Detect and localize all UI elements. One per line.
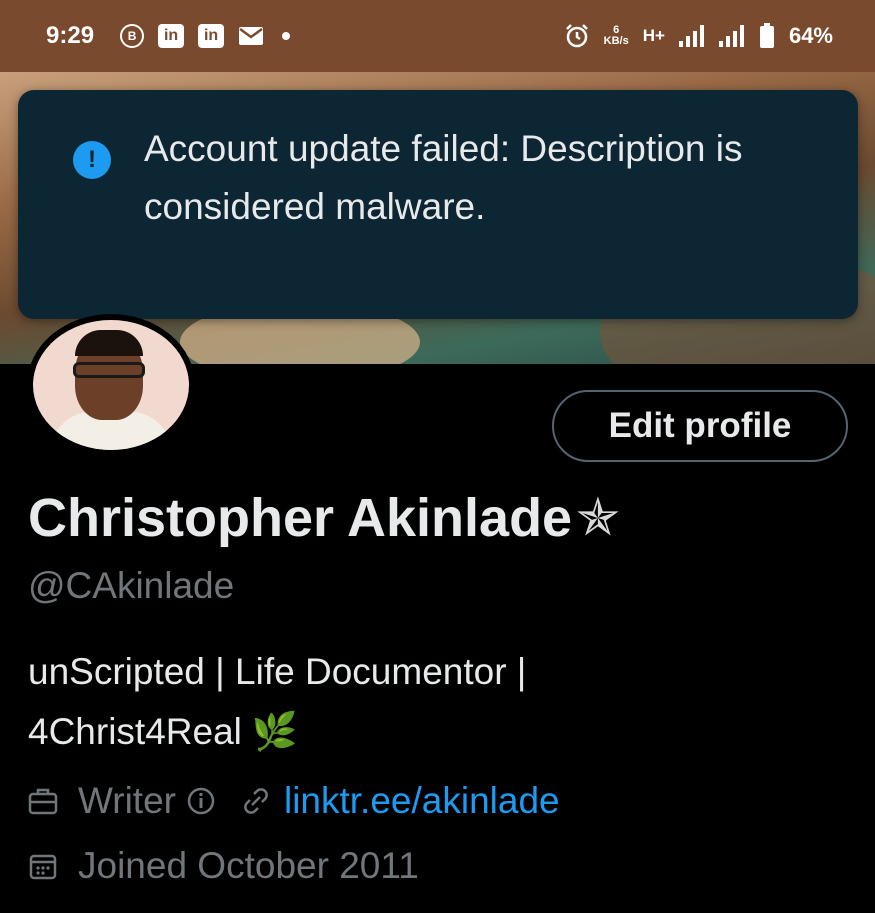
profile-handle: @CAkinlade xyxy=(28,565,235,606)
network-speed-unit: KB/s xyxy=(603,35,629,47)
profile-meta-row: Writer linktr.ee/akinlade xyxy=(28,780,560,822)
calendar-icon xyxy=(28,851,58,881)
status-bar: 9:29 B in in 6 KB/s H+ 64% xyxy=(0,0,875,72)
linkedin-icon: in xyxy=(198,24,225,48)
profile-joined-date: Joined October 2011 xyxy=(78,845,419,886)
info-icon[interactable] xyxy=(186,786,216,816)
profile-bio: unScripted | Life Documentor | 4Christ4R… xyxy=(28,642,828,762)
profile-name-text: Christopher Akinlade xyxy=(28,488,573,548)
bio-line: 4Christ4Real 🌿 xyxy=(28,702,828,762)
mail-icon xyxy=(238,26,264,46)
network-type: H+ xyxy=(642,26,665,45)
avatar-hair xyxy=(75,330,143,356)
bio-line: unScripted | Life Documentor | xyxy=(28,651,527,692)
avatar-glasses xyxy=(73,362,145,378)
battery-icon xyxy=(759,23,775,49)
battery-percentage: 64% xyxy=(788,23,833,48)
error-toast[interactable]: ! Account update failed: Description is … xyxy=(18,90,858,319)
toast-message: Account update failed: Description is co… xyxy=(144,128,743,227)
alert-icon: ! xyxy=(73,141,111,179)
linkedin-icon: in xyxy=(158,24,185,48)
star-icon: ✯ xyxy=(576,489,620,547)
b-badge-icon: B xyxy=(120,24,145,48)
briefcase-icon xyxy=(28,786,58,816)
signal-icon xyxy=(718,25,745,47)
status-bar-right: 6 KB/s H+ 64% xyxy=(564,23,833,49)
leaf-icon: 🌿 xyxy=(251,711,298,752)
alarm-icon xyxy=(564,23,590,49)
signal-icon xyxy=(678,25,705,47)
dot-icon xyxy=(282,32,291,40)
status-bar-left: 9:29 B in in xyxy=(46,22,291,50)
status-time: 9:29 xyxy=(46,22,95,49)
profile-category: Writer xyxy=(78,780,176,821)
bio-line-text: 4Christ4Real xyxy=(28,711,242,752)
avatar[interactable] xyxy=(27,314,195,456)
profile-meta-row: Joined October 2011 xyxy=(28,845,419,887)
link-icon xyxy=(238,786,272,816)
network-speed: 6 KB/s xyxy=(604,25,629,47)
profile-name: Christopher Akinlade ✯ xyxy=(28,487,620,549)
profile-website-link[interactable]: linktr.ee/akinlade xyxy=(284,780,560,822)
edit-profile-button[interactable]: Edit profile xyxy=(552,390,848,462)
